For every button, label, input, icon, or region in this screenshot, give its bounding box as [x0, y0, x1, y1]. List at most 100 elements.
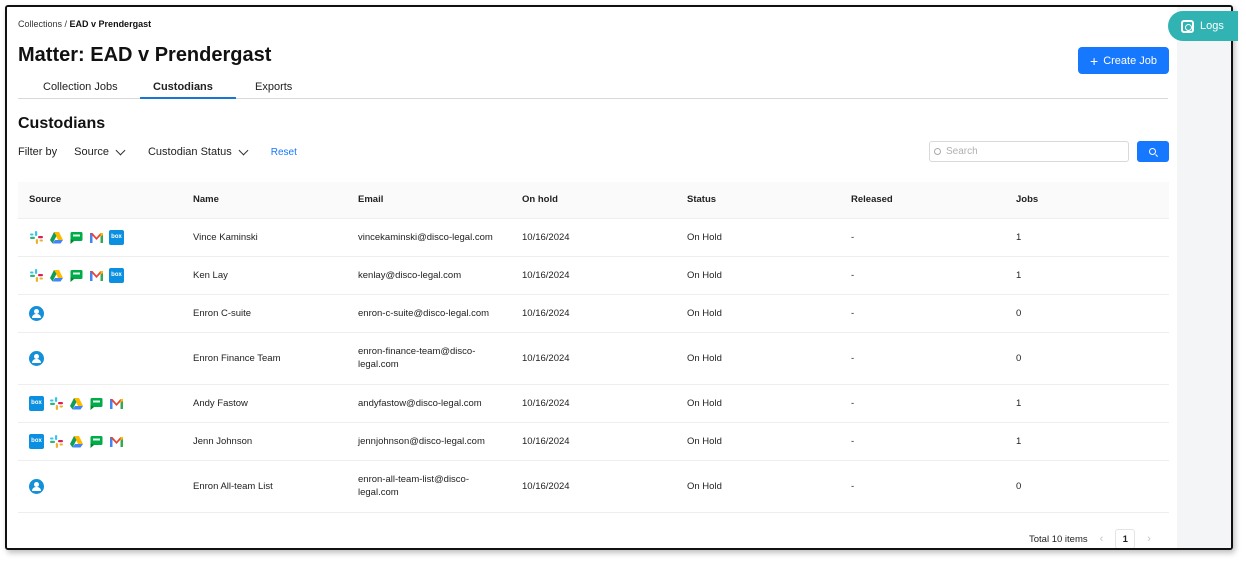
search-icon — [1149, 147, 1156, 155]
table-row[interactable]: Enron C-suite enron-c-suite@disco-legal.c… — [18, 294, 1169, 333]
tab-exports[interactable]: Exports — [255, 81, 292, 97]
on-hold-date: 10/16/2024 — [511, 460, 676, 513]
google-drive-icon — [49, 230, 64, 245]
table-row[interactable]: box Andy Fastow andyfastow@disco-legal.com… — [18, 384, 1169, 423]
released-date: - — [840, 294, 1005, 333]
source-cell — [18, 332, 182, 385]
google-drive-icon — [69, 396, 84, 411]
google-chat-icon — [69, 230, 84, 245]
gmail-icon — [109, 396, 124, 411]
page-title: Matter: EAD v Prendergast — [18, 44, 272, 66]
on-hold-date: 10/16/2024 — [511, 422, 676, 461]
released-date: - — [840, 218, 1005, 257]
table-row[interactable]: Enron Finance Team enron-finance-team@dis… — [18, 332, 1169, 385]
google-chat-icon — [89, 434, 104, 449]
custodian-email: enron-c-suite@disco-legal.com — [347, 294, 511, 333]
source-cell: box — [18, 422, 182, 461]
custodian-email: andyfastow@disco-legal.com — [347, 384, 511, 423]
custodian-email-text: enron-c-suite@disco-legal.com — [358, 307, 490, 319]
chevron-down-icon — [238, 145, 249, 155]
group-icon — [29, 478, 44, 494]
chevron-down-icon — [115, 145, 126, 155]
column-header-email[interactable]: Email — [347, 182, 511, 219]
gmail-icon — [89, 230, 104, 245]
jobs-count: 1 — [1005, 218, 1169, 257]
pagination-total: Total 10 items — [1029, 533, 1088, 545]
custodian-status: On Hold — [676, 256, 840, 295]
jobs-count: 1 — [1005, 422, 1169, 461]
jobs-count: 0 — [1005, 332, 1169, 385]
on-hold-date: 10/16/2024 — [511, 384, 676, 423]
slack-icon — [49, 434, 64, 449]
column-header-source[interactable]: Source — [18, 182, 182, 219]
custodian-email: enron-all-team-list@disco-legal.com — [347, 460, 511, 513]
custodian-status: On Hold — [676, 422, 840, 461]
breadcrumb-parent[interactable]: Collections — [18, 19, 62, 29]
custodian-name: Enron All-team List — [182, 460, 347, 513]
tab-custodians[interactable]: Custodians — [153, 81, 213, 97]
source-icons — [29, 350, 182, 366]
source-filter-dropdown[interactable]: Source — [74, 145, 126, 158]
search-button[interactable] — [1137, 141, 1169, 162]
released-date: - — [840, 332, 1005, 385]
filter-bar: Filter by Source Custodian Status Reset — [18, 145, 297, 158]
custodian-name: Andy Fastow — [182, 384, 347, 423]
custodian-email: jennjohnson@disco-legal.com — [347, 422, 511, 461]
source-icons — [29, 478, 182, 494]
create-job-button[interactable]: + Create Job — [1078, 47, 1169, 74]
box-icon: box — [109, 267, 124, 283]
source-cell: box — [18, 218, 182, 257]
jobs-count: 0 — [1005, 294, 1169, 333]
page-number-button[interactable]: 1 — [1115, 529, 1136, 548]
google-chat-icon — [69, 268, 84, 283]
search-input[interactable] — [929, 141, 1129, 162]
tab-bar: Collection Jobs Custodians Exports — [18, 81, 1168, 99]
group-icon — [29, 350, 44, 366]
source-cell: box — [18, 384, 182, 423]
box-icon: box — [29, 433, 44, 449]
reset-filters-link[interactable]: Reset — [271, 147, 297, 158]
column-header-on-hold[interactable]: On hold — [511, 182, 676, 219]
custodians-table: Source Name Email On hold Status Release… — [18, 182, 1169, 513]
custodian-email: vincekaminski@disco-legal.com — [347, 218, 511, 257]
source-cell: box — [18, 256, 182, 295]
gmail-icon — [89, 268, 104, 283]
custodian-status: On Hold — [676, 218, 840, 257]
tab-collection-jobs[interactable]: Collection Jobs — [43, 81, 118, 97]
jobs-count: 1 — [1005, 384, 1169, 423]
column-header-status[interactable]: Status — [676, 182, 840, 219]
previous-page-icon[interactable]: ‹ — [1100, 533, 1104, 545]
custodian-name: Jenn Johnson — [182, 422, 347, 461]
logs-button[interactable]: Logs — [1168, 11, 1238, 41]
source-icons — [29, 305, 182, 321]
right-gutter — [1177, 7, 1231, 548]
active-tab-indicator — [140, 97, 236, 99]
on-hold-date: 10/16/2024 — [511, 332, 676, 385]
column-header-released[interactable]: Released — [840, 182, 1005, 219]
google-drive-icon — [69, 434, 84, 449]
table-header-row: Source Name Email On hold Status Release… — [18, 182, 1169, 219]
custodian-status: On Hold — [676, 460, 840, 513]
box-icon: box — [109, 229, 124, 245]
logs-label: Logs — [1200, 20, 1224, 32]
source-icons: box — [29, 433, 182, 449]
custodian-status-filter-dropdown[interactable]: Custodian Status — [148, 145, 249, 158]
custodian-email-text: enron-all-team-list@disco-legal.com — [358, 474, 470, 498]
create-job-label: Create Job — [1103, 54, 1157, 67]
table-row[interactable]: box Ken Lay kenlay@disco-legal.com 10/16/20… — [18, 256, 1169, 295]
table-row[interactable]: box Jenn Johnson jennjohnson@disco-legal.c… — [18, 422, 1169, 461]
filter-by-label: Filter by — [18, 146, 58, 158]
source-icons: box — [29, 267, 182, 283]
table-row[interactable]: box Vince Kaminski vincekaminski@disco-leg… — [18, 218, 1169, 257]
slack-icon — [49, 396, 64, 411]
column-header-name[interactable]: Name — [182, 182, 347, 219]
app-window: Collections / EAD v Prendergast Matter: … — [5, 5, 1233, 550]
custodian-status: On Hold — [676, 294, 840, 333]
next-page-icon[interactable]: › — [1147, 533, 1151, 545]
jobs-count: 1 — [1005, 256, 1169, 295]
column-header-jobs[interactable]: Jobs — [1005, 182, 1169, 219]
slack-icon — [29, 268, 44, 283]
section-title: Custodians — [18, 115, 106, 132]
table-row[interactable]: Enron All-team List enron-all-team-list@d… — [18, 460, 1169, 513]
source-filter-label: Source — [74, 146, 109, 158]
